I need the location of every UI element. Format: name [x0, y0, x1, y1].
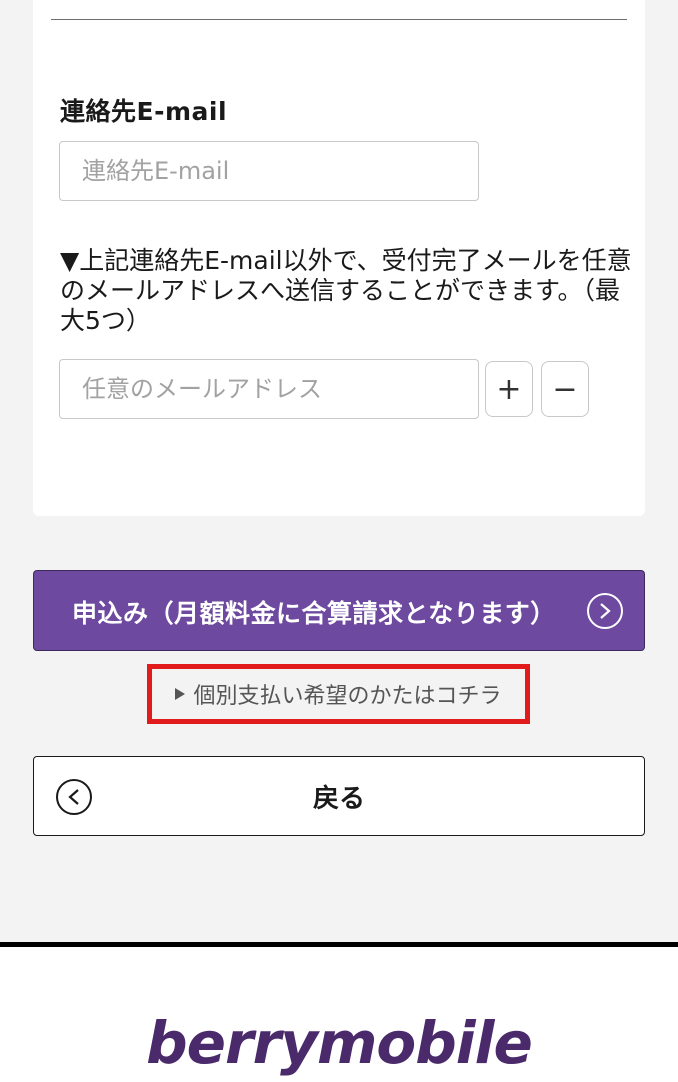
email-input[interactable] — [59, 141, 479, 201]
extra-email-input[interactable] — [59, 359, 479, 419]
remove-email-button[interactable]: − — [541, 361, 589, 417]
divider — [51, 19, 627, 20]
apply-button-label: 申込み（月額料金に合算請求となります） — [72, 599, 556, 628]
back-button[interactable]: 戻る — [33, 756, 645, 836]
brand-logo: berrymobile — [146, 1009, 533, 1077]
separate-payment-link-label: 個別支払い希望のかたはコチラ — [193, 684, 502, 709]
triangle-right-icon — [175, 688, 186, 700]
email-label: 連絡先E-mail — [60, 97, 228, 126]
add-email-button[interactable]: + — [485, 361, 533, 417]
chevron-right-circle-icon — [587, 593, 623, 629]
plus-icon: + — [496, 371, 522, 407]
apply-button[interactable]: 申込み（月額料金に合算請求となります） — [33, 570, 645, 651]
form-card: 連絡先E-mail ▼上記連絡先E-mail以外で、受付完了メールを任意のメール… — [33, 0, 645, 516]
extra-email-note: ▼上記連絡先E-mail以外で、受付完了メールを任意のメールアドレスへ送信するこ… — [60, 246, 632, 335]
page: 連絡先E-mail ▼上記連絡先E-mail以外で、受付完了メールを任意のメール… — [0, 0, 678, 1082]
minus-icon: − — [552, 371, 578, 407]
separate-payment-link[interactable]: 個別支払い希望のかたはコチラ — [147, 664, 530, 724]
back-button-label: 戻る — [312, 783, 365, 814]
